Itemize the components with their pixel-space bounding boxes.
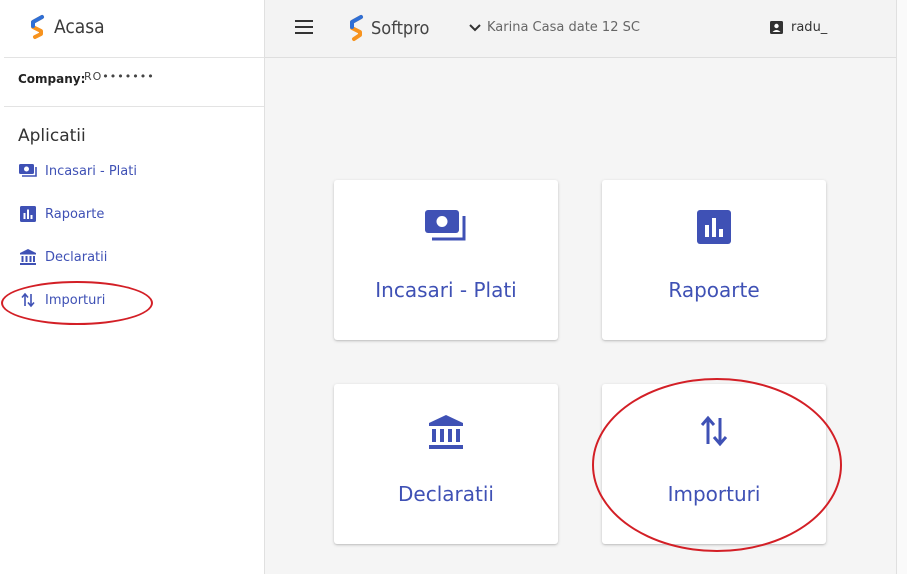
bar-chart-icon <box>19 205 37 223</box>
menu-icon[interactable] <box>295 20 313 34</box>
database-label: Karina Casa date 12 SC <box>487 20 640 35</box>
sidebar-item-label: Declaratii <box>45 249 108 265</box>
account-box-icon <box>770 21 783 34</box>
import-arrows-icon <box>602 414 826 448</box>
company-label: Company: <box>18 72 86 86</box>
cash-icon <box>334 210 558 242</box>
sidebar-item-incasari-plati[interactable]: Incasari - Plati <box>19 162 137 180</box>
window-scroll-edge <box>896 0 907 574</box>
main-content: Incasari - Plati Rapoarte Declaratii Imp… <box>265 58 907 574</box>
card-label: Rapoarte <box>668 278 760 302</box>
card-rapoarte[interactable]: Rapoarte <box>602 180 826 340</box>
import-arrows-icon <box>19 291 37 309</box>
card-importuri[interactable]: Importuri <box>602 384 826 544</box>
sidebar-brand[interactable]: Acasa <box>28 14 105 40</box>
topbar-brand-name: Softpro <box>371 17 430 39</box>
divider <box>4 106 264 107</box>
sidebar-item-declaratii[interactable]: Declaratii <box>19 248 107 266</box>
card-label: Declaratii <box>398 482 494 506</box>
sidebar-item-importuri[interactable]: Importuri <box>19 291 105 309</box>
sidebar-item-label: Importuri <box>45 292 106 308</box>
softpro-logo-icon <box>350 15 363 41</box>
sidebar: Acasa Company: RO••••••• Aplicatii Incas… <box>4 0 265 574</box>
bank-icon <box>19 248 37 266</box>
card-label: Incasari - Plati <box>375 278 517 302</box>
user-menu[interactable]: radu_ <box>770 20 827 35</box>
chevron-down-icon <box>469 23 481 31</box>
sidebar-brand-name: Acasa <box>54 16 105 38</box>
sidebar-item-label: Incasari - Plati <box>45 163 137 179</box>
card-declaratii[interactable]: Declaratii <box>334 384 558 544</box>
company-value: RO••••••• <box>84 70 155 83</box>
card-label: Importuri <box>667 482 761 506</box>
cash-icon <box>19 162 37 180</box>
card-incasari-plati[interactable]: Incasari - Plati <box>334 180 558 340</box>
top-app-bar: Softpro Karina Casa date 12 SC radu_ <box>265 0 907 58</box>
bank-icon <box>334 414 558 452</box>
topbar-brand[interactable]: Softpro <box>347 14 429 42</box>
apps-section-title: Aplicatii <box>18 126 86 146</box>
user-name: radu_ <box>791 20 828 35</box>
softpro-logo-icon <box>31 15 44 39</box>
database-selector[interactable]: Karina Casa date 12 SC <box>469 20 640 35</box>
sidebar-item-label: Rapoarte <box>45 206 105 222</box>
divider <box>4 57 264 58</box>
bar-chart-icon <box>602 210 826 244</box>
sidebar-item-rapoarte[interactable]: Rapoarte <box>19 205 104 223</box>
